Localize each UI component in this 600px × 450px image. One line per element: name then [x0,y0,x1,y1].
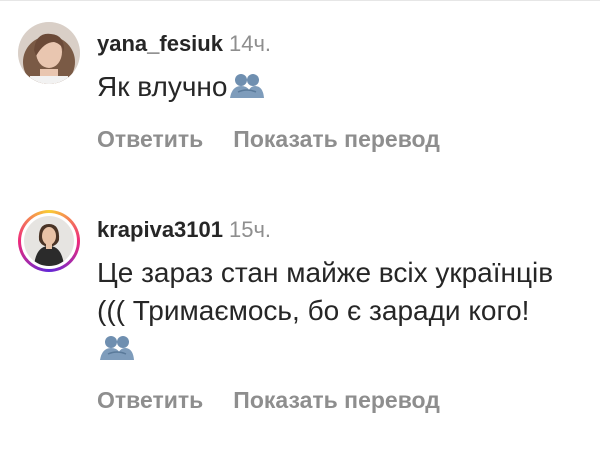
avatar[interactable] [18,22,80,84]
show-translation-button[interactable]: Показать перевод [233,387,440,413]
people-hugging-icon [99,333,135,371]
divider [0,0,600,1]
people-hugging-icon [229,71,265,109]
username[interactable]: krapiva3101 [97,217,223,242]
reply-button[interactable]: Ответить [97,126,203,152]
comment-header: krapiva3101 15ч. [97,217,271,243]
timestamp: 15ч. [229,217,272,242]
comment-header: yana_fesiuk 14ч. [97,31,271,57]
reply-button[interactable]: Ответить [97,387,203,413]
comment-body: Як влучно [97,71,228,102]
show-translation-button[interactable]: Показать перевод [233,126,440,152]
username[interactable]: yana_fesiuk [97,31,223,56]
comment-body: Це зараз стан майже всіх українців ((( Т… [97,257,554,326]
comment-actions: Ответить Показать перевод [97,386,440,414]
comment-text: Це зараз стан майже всіх українців ((( Т… [97,254,567,371]
avatar-image [24,216,74,266]
avatar-image [18,22,80,84]
comment-actions: Ответить Показать перевод [97,125,440,153]
avatar-story-ring[interactable] [18,210,80,272]
comment-text: Як влучно [97,68,577,109]
timestamp: 14ч. [228,31,272,56]
